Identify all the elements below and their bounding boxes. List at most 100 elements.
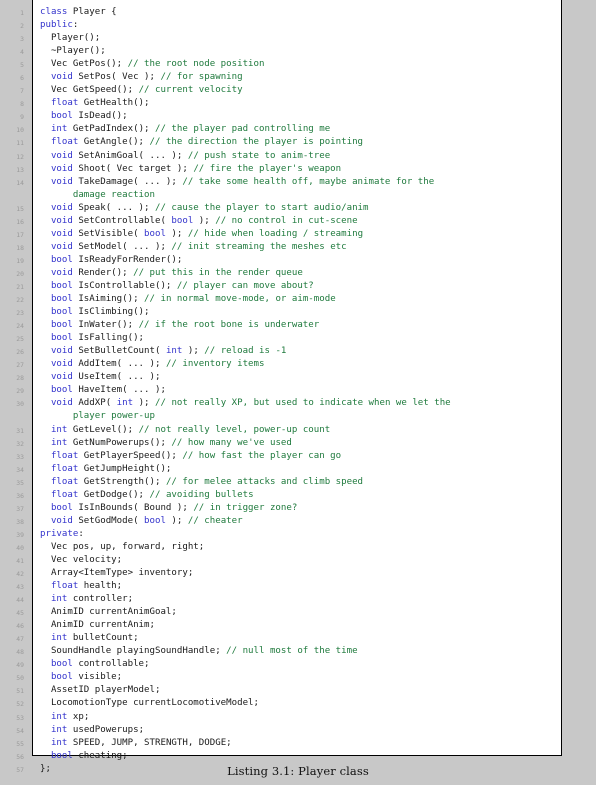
code-line: 4 ~Player();: [0, 45, 596, 58]
code-token-cm: // current velocity: [138, 85, 243, 96]
line-number: 1: [20, 9, 24, 17]
line-number: 17: [16, 230, 24, 239]
code-token-kw: void: [50, 359, 73, 370]
code-token-kw: void: [50, 398, 73, 409]
code-token-cm: // avoiding bullets: [149, 489, 254, 500]
code-token-cm: // inventory items: [165, 359, 265, 370]
code-line: 21 bool IsControllable(); // player can …: [0, 280, 596, 293]
code-line: 8 float GetHealth();: [0, 97, 596, 110]
code-token-kw: void: [50, 202, 73, 213]
code-line-text: Array<ItemType> inventory;: [40, 567, 193, 580]
line-number: 8: [20, 100, 24, 109]
code-token-kw: bool: [50, 750, 73, 761]
code-token-pl: SoundHandle playingSoundHandle;: [40, 646, 227, 657]
code-token-cm: // for melee attacks and climb speed: [165, 476, 364, 487]
code-line: 9 bool IsDead();: [0, 110, 596, 123]
code-token-pl: );: [193, 215, 216, 226]
line-number: 36: [16, 491, 24, 500]
line-number: 15: [16, 204, 24, 213]
code-line: 26 void SetBulletCount( int ); // reload…: [0, 345, 596, 358]
code-token-cm: // hide when loading / streaming: [187, 228, 364, 239]
code-token-pl: SetGodMode(: [72, 515, 145, 526]
line-number: 29: [16, 387, 24, 396]
code-token-pl: GetPadIndex();: [67, 124, 155, 135]
code-block: 1 class Player { 2 public: 3 Player(); 4 ~Pla…: [0, 0, 596, 774]
code-line: 45 AnimID currentAnimGoal;: [0, 606, 596, 619]
code-token-kw: bool: [50, 672, 73, 683]
code-token-pl: bulletCount;: [67, 633, 139, 644]
code-token-pl: Vec velocity;: [40, 554, 123, 565]
code-token-pl: SetVisible(: [72, 228, 145, 239]
code-token-kw: void: [50, 372, 73, 383]
code-line: 43 float health;: [0, 580, 596, 593]
code-line-text: void SetAnimGoal( ... ); // push state t…: [40, 150, 330, 163]
code-line: 28 void UseItem( ... );: [0, 371, 596, 384]
line-number: 30: [16, 400, 24, 409]
code-token-pl: AddItem( ... );: [72, 359, 166, 370]
code-line: 20 void Render(); // put this in the ren…: [0, 267, 596, 280]
code-token-kw: void: [50, 346, 73, 357]
code-token-pl: controller;: [67, 594, 134, 605]
code-line: 19 bool IsReadyForRender();: [0, 254, 596, 267]
code-token-kw: void: [50, 150, 73, 161]
code-token-pl: GetLevel();: [67, 424, 139, 435]
line-number: 19: [16, 256, 24, 265]
code-line: 41 Vec velocity;: [0, 554, 596, 567]
line-number: 31: [16, 426, 24, 435]
code-line-text: float GetDodge(); // avoiding bullets: [40, 489, 254, 502]
code-line-text: damage reaction: [40, 189, 155, 202]
code-token-pl: SetPos( Vec );: [72, 72, 161, 83]
code-token-kw: bool: [50, 294, 73, 305]
code-line-text: Player();: [40, 32, 100, 45]
code-line-text: int controller;: [40, 593, 133, 606]
line-number: 44: [16, 596, 24, 605]
line-number: 3: [20, 35, 24, 44]
code-token-pl: AddXP(: [72, 398, 117, 409]
line-number: 25: [16, 335, 24, 344]
code-line-text: bool controllable;: [40, 658, 150, 671]
code-line-text: class Player {: [40, 6, 117, 19]
code-line-text: AnimID currentAnim;: [40, 619, 155, 632]
code-line: 16 void SetControllable( bool ); // no c…: [0, 215, 596, 228]
code-token-kw: void: [50, 228, 73, 239]
code-line: 36 float GetDodge(); // avoiding bullets: [0, 489, 596, 502]
code-line-text: bool IsAiming(); // in normal move-mode,…: [40, 293, 336, 306]
code-line: 32 int GetNumPowerups(); // how many we'…: [0, 437, 596, 450]
code-token-kw: bool: [50, 280, 73, 291]
code-token-pl: SetBulletCount(: [72, 346, 166, 357]
code-token-kw: bool: [144, 228, 166, 239]
code-line-text: private:: [40, 528, 84, 541]
code-line-text: bool IsReadyForRender();: [40, 254, 182, 267]
code-token-kw: bool: [50, 659, 73, 670]
code-token-cm: // not really level, power-up count: [138, 424, 331, 435]
code-token-pl: :: [72, 20, 79, 31]
code-token-kw: float: [50, 463, 79, 474]
line-number: 35: [16, 478, 24, 487]
code-line: 7 Vec GetSpeed(); // current velocity: [0, 84, 596, 97]
code-line: 18 void SetModel( ... ); // init streami…: [0, 241, 596, 254]
code-token-kw: public: [40, 20, 73, 31]
code-line: 44 int controller;: [0, 593, 596, 606]
code-token-pl: Vec GetSpeed();: [40, 85, 139, 96]
code-token-kw: float: [50, 489, 79, 500]
line-number: 32: [16, 439, 24, 448]
line-number: 2: [20, 22, 24, 31]
code-line: 42 Array<ItemType> inventory;: [0, 567, 596, 580]
code-token-pl: visible;: [72, 672, 123, 683]
code-line-text: player power-up: [40, 410, 155, 423]
